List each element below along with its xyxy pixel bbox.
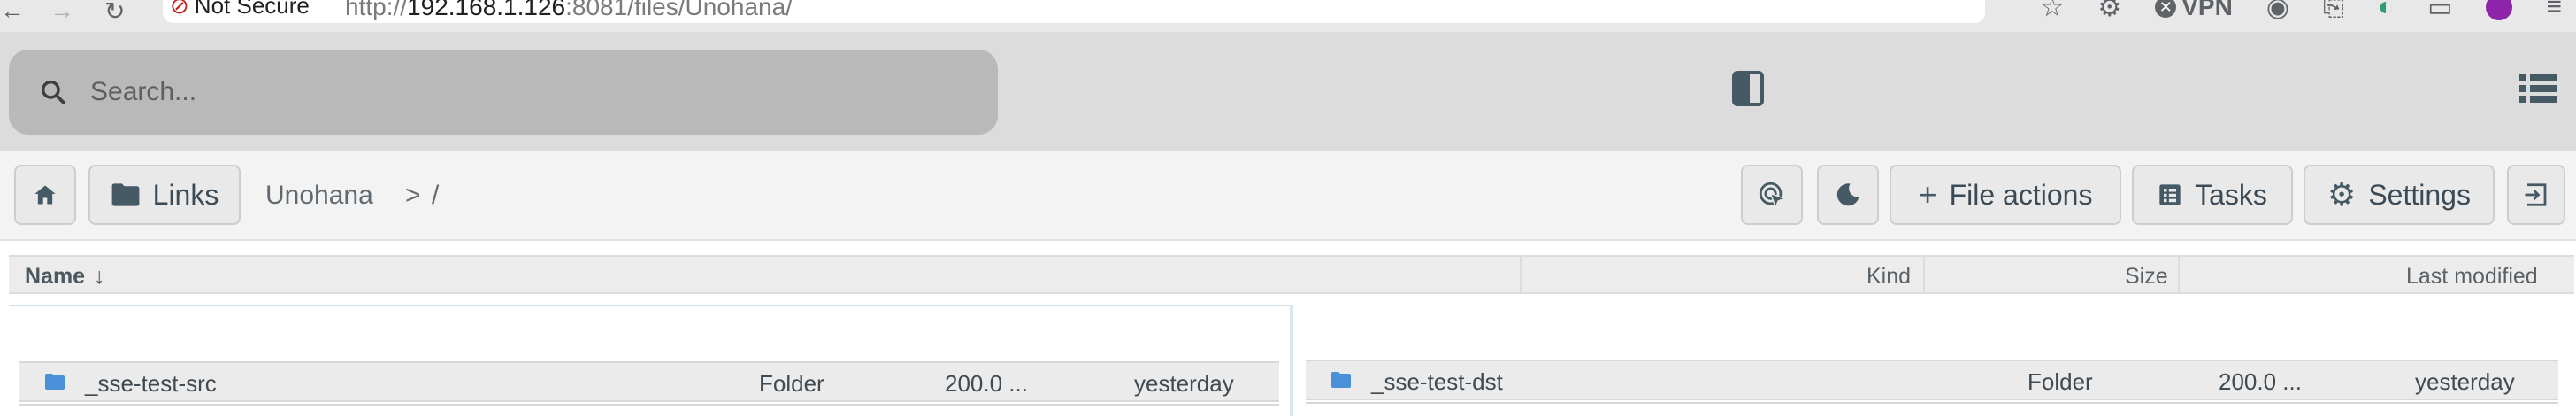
sidebar-icon[interactable]: ▭	[2427, 0, 2452, 23]
settings-button[interactable]: ⚙ Settings	[2304, 165, 2495, 225]
gear-icon: ⚙	[2327, 176, 2357, 213]
not-secure-icon: ⊘	[170, 0, 189, 19]
breadcrumb-unohana[interactable]: Unohana	[265, 181, 373, 211]
links-label: Links	[152, 178, 219, 211]
settings-label: Settings	[2368, 178, 2471, 211]
search-input[interactable]	[90, 71, 975, 113]
row-modified: yesterday	[1134, 370, 1234, 397]
row-kind: Folder	[759, 370, 824, 397]
forward-arrow-icon[interactable]: →	[50, 0, 74, 24]
extension-icon[interactable]: ◐	[2378, 0, 2394, 22]
search-bar[interactable]	[9, 50, 998, 135]
select-mode-button[interactable]	[1741, 165, 1803, 225]
back-arrow-icon[interactable]: ←	[0, 0, 25, 24]
reload-icon[interactable]: ↻	[104, 0, 125, 25]
logout-button[interactable]	[2507, 165, 2565, 225]
row-name: _sse-test-dst	[1371, 368, 1503, 395]
url-host: 192.168.1.126	[407, 0, 566, 20]
account-icon[interactable]: ◉	[2266, 0, 2289, 23]
app-header	[0, 32, 2576, 151]
folder-icon	[45, 374, 65, 390]
table-row[interactable]	[1306, 402, 2558, 416]
file-actions-button[interactable]: + File actions	[1890, 165, 2121, 225]
cursor-click-icon	[1759, 182, 1787, 210]
share-icon[interactable]: ⎘	[2323, 0, 2344, 22]
logout-icon	[2525, 183, 2547, 206]
toolbar: Links Unohana > / + File actions Tasks ⚙…	[0, 151, 2576, 241]
home-button[interactable]	[14, 165, 76, 225]
column-divider[interactable]	[1923, 257, 1925, 292]
browser-chrome: ← → ↻ ⊘ Not Secure http://192.168.1.126:…	[0, 0, 2576, 32]
sort-down-icon: ↓	[94, 264, 105, 289]
url-text[interactable]: http://192.168.1.126:8081/files/Unohana/	[345, 0, 793, 21]
breadcrumb-separator: >	[405, 181, 421, 210]
links-button[interactable]: Links	[88, 165, 241, 225]
vpn-label: VPN	[2181, 0, 2233, 20]
folder-icon	[1331, 372, 1351, 388]
column-header-name[interactable]: Name ↓	[25, 264, 105, 290]
folder-icon	[111, 183, 140, 206]
column-divider[interactable]	[2178, 257, 2180, 292]
dark-mode-button[interactable]	[1817, 165, 1879, 225]
right-pane: _sse-test-dst Folder 200.0 ... yesterday	[1293, 305, 2576, 416]
security-label: Not Secure	[194, 0, 310, 19]
left-pane: _sse-test-src Folder 200.0 ... yesterday	[9, 305, 1290, 418]
menu-icon[interactable]: ≡	[2546, 0, 2562, 22]
settings-gear-icon[interactable]: ⚙	[2097, 0, 2121, 23]
browser-toolbar-icons: ☆ ⚙ ✕ VPN ◉ ⎘ ◐ ▭ ≡	[2040, 0, 2576, 23]
tasks-button[interactable]: Tasks	[2132, 165, 2293, 225]
home-icon	[34, 185, 56, 205]
breadcrumb-root[interactable]: /	[432, 181, 439, 211]
bookmark-star-icon[interactable]: ☆	[2040, 0, 2064, 23]
moon-icon	[1836, 183, 1859, 206]
column-header-modified[interactable]: Last modified	[2406, 264, 2538, 290]
row-name: _sse-test-src	[85, 370, 217, 397]
column-header-size[interactable]: Size	[2125, 264, 2168, 290]
table-row[interactable]: _sse-test-src Folder 200.0 ... yesterday	[19, 361, 1279, 402]
table-row[interactable]: _sse-test-dst Folder 200.0 ... yesterday	[1306, 360, 2558, 400]
row-modified: yesterday	[2415, 368, 2515, 395]
tasks-label: Tasks	[2195, 178, 2267, 211]
vpn-button[interactable]: ✕ VPN	[2155, 0, 2233, 21]
vpn-close-icon: ✕	[2155, 0, 2177, 18]
tasks-icon	[2159, 184, 2181, 205]
column-header-kind[interactable]: Kind	[1867, 264, 1911, 290]
list-view-icon[interactable]	[2519, 73, 2557, 104]
search-icon	[41, 80, 65, 104]
column-header-row: Name ↓ Kind Size Last modified	[9, 255, 2574, 294]
row-kind: Folder	[2028, 368, 2093, 395]
row-size: 200.0 ...	[2219, 368, 2302, 395]
url-scheme: http://	[345, 0, 408, 20]
column-divider[interactable]	[1520, 257, 1522, 292]
row-size: 200.0 ...	[945, 370, 1028, 397]
file-actions-label: File actions	[1949, 178, 2093, 211]
url-path: :8081/files/Unohana/	[565, 0, 793, 20]
split-view-icon[interactable]	[1732, 71, 1764, 106]
plus-icon: +	[1918, 176, 1937, 213]
profile-avatar-icon[interactable]	[2486, 0, 2513, 20]
security-indicator[interactable]: ⊘ Not Secure	[166, 0, 322, 21]
column-name-label: Name	[25, 264, 86, 289]
